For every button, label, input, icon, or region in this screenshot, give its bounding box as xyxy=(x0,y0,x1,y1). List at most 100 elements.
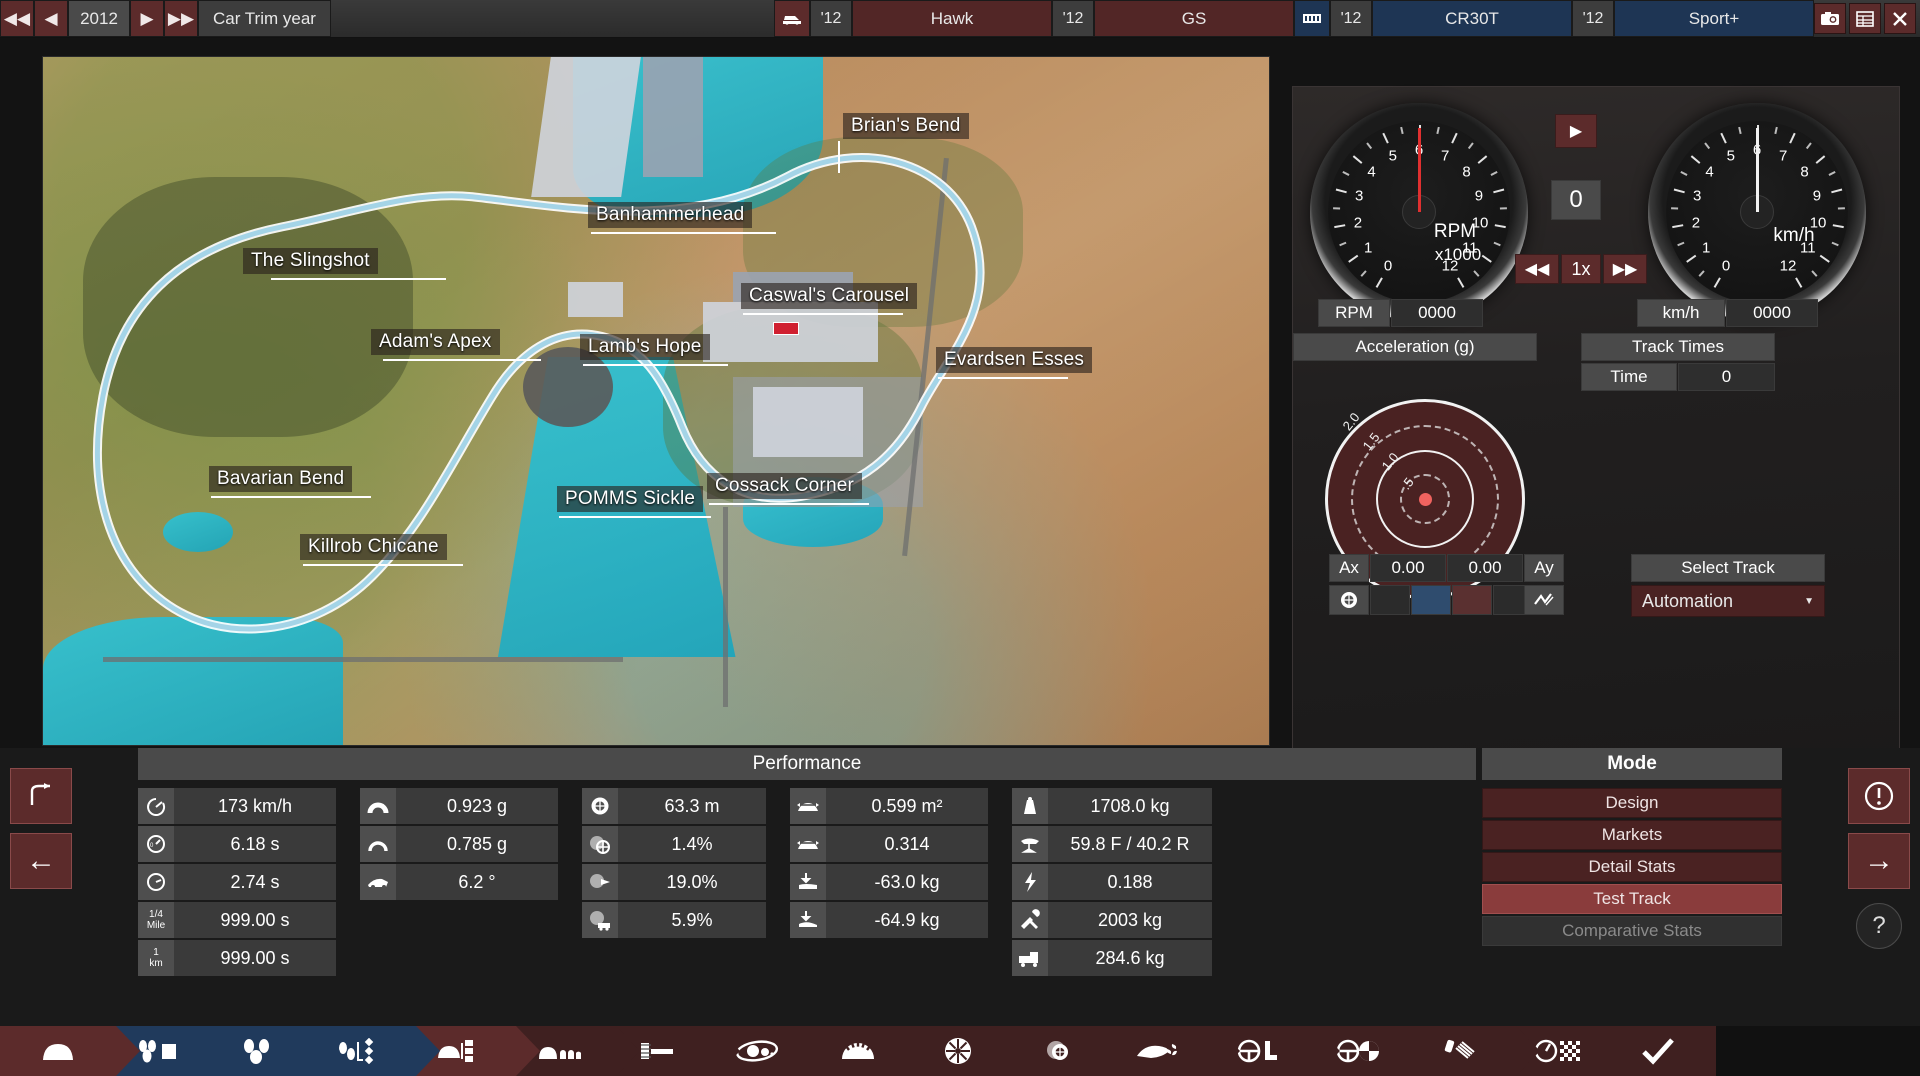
svg-text:0: 0 xyxy=(150,843,154,849)
performance-row: 284.6 kg xyxy=(1012,940,1212,976)
track-map[interactable]: Brian's BendBanhammerheadThe SlingshotCa… xyxy=(42,56,1270,746)
hawk-year-chip: '12 xyxy=(810,0,852,37)
steering-seat-icon xyxy=(1236,1039,1280,1063)
performance-row: 2003 kg xyxy=(1012,902,1212,938)
bottom-taskbar xyxy=(0,1026,1920,1076)
gauge-major-tick xyxy=(1789,133,1795,144)
corner-label: Banhammerhead xyxy=(588,202,752,228)
mode-button-comparative-stats: Comparative Stats xyxy=(1482,916,1782,946)
engine-year-chip: '12 xyxy=(1330,0,1372,37)
corner-label: The Slingshot xyxy=(243,248,378,274)
power-weight-icon xyxy=(1012,864,1048,900)
performance-row: 0.785 g xyxy=(360,826,558,862)
performance-value: 19.0% xyxy=(618,864,766,900)
performance-value: 0.314 xyxy=(826,826,988,862)
corner-label: Cossack Corner xyxy=(707,473,862,499)
car-trim-year-label: Car Trim year xyxy=(198,0,331,37)
car-icon xyxy=(774,0,810,37)
gauge-minor-tick xyxy=(1473,270,1479,277)
gauge-major-tick xyxy=(1353,155,1363,164)
fuel-book-icon xyxy=(135,1038,181,1064)
help-button[interactable]: ? xyxy=(1856,903,1902,949)
ax-value: 0.00 xyxy=(1370,554,1446,582)
gauge-minor-tick xyxy=(1490,171,1497,176)
gauge-tick-label: 0 xyxy=(1722,257,1730,274)
year-first-button[interactable]: ◀◀ xyxy=(0,0,34,37)
tachometer-face: 0123456789101112 RPM x1000 xyxy=(1328,121,1510,303)
forward-button[interactable]: → xyxy=(1848,833,1910,889)
track-outline xyxy=(43,57,1269,746)
table-icon[interactable] xyxy=(1849,3,1881,34)
year-last-button[interactable]: ▶▶ xyxy=(164,0,198,37)
gauge-minor-tick xyxy=(1333,207,1340,209)
year-prev-button[interactable]: ◀ xyxy=(34,0,68,37)
fuel-drops-icon xyxy=(238,1038,278,1064)
performance-value: 173 km/h xyxy=(174,788,336,824)
ay-value: 0.00 xyxy=(1447,554,1523,582)
downforce-r-icon xyxy=(790,902,826,938)
performance-value: 2.74 s xyxy=(174,864,336,900)
kmh-readout-value: 0000 xyxy=(1726,299,1818,327)
mode-button-markets[interactable]: Markets xyxy=(1482,820,1782,850)
select-track-button[interactable]: Select Track xyxy=(1631,554,1825,582)
play-button[interactable]: ▶ xyxy=(1555,114,1597,148)
year-value[interactable]: 2012 xyxy=(68,0,130,37)
tachometer-gauge: 0123456789101112 RPM x1000 xyxy=(1310,103,1528,321)
mode-button-test-track[interactable]: Test Track xyxy=(1482,884,1782,914)
speedometer-needle xyxy=(1756,128,1759,212)
gauge-major-tick xyxy=(1451,133,1457,144)
fuel-tree-icon xyxy=(335,1038,381,1064)
performance-row: 0.923 g xyxy=(360,788,558,824)
revert-button[interactable] xyxy=(10,768,72,824)
performance-column: 0.923 g0.785 g6.2 ° xyxy=(360,788,558,976)
gauge-tick-label: 4 xyxy=(1367,164,1375,181)
engine-block-icon xyxy=(735,1039,781,1063)
warning-button[interactable] xyxy=(1848,768,1910,824)
frontal-area-icon xyxy=(790,788,826,824)
speed-multiplier[interactable]: 1x xyxy=(1561,254,1601,284)
fast-forward-button[interactable]: ▶▶ xyxy=(1603,254,1647,284)
tire-trace-icon[interactable] xyxy=(1524,585,1564,615)
engine-variant-sportplus-tab[interactable]: Sport+ xyxy=(1614,0,1814,37)
rpm-readout-label: RPM xyxy=(1318,299,1390,327)
mode-button-design[interactable]: Design xyxy=(1482,788,1782,818)
performance-value: 999.00 s xyxy=(174,902,336,938)
performance-row: 1.4% xyxy=(582,826,766,862)
drag-coef-icon xyxy=(790,826,826,862)
gauge-major-tick xyxy=(1674,189,1685,194)
model-hawk-tab[interactable]: Hawk xyxy=(852,0,1052,37)
grip-front-icon xyxy=(360,788,396,824)
gauge-tick-label: 12 xyxy=(1780,257,1797,274)
mode-button-detail-stats[interactable]: Detail Stats xyxy=(1482,852,1782,882)
close-icon[interactable] xyxy=(1884,3,1916,34)
engine-cr30t-tab[interactable]: CR30T xyxy=(1372,0,1572,37)
brake-flag-icon xyxy=(582,864,618,900)
gauge-tick-label: 7 xyxy=(1441,147,1449,164)
brake-disc-icon[interactable] xyxy=(1329,585,1369,615)
corner-leader-line xyxy=(938,377,1068,379)
year-next-button[interactable]: ▶ xyxy=(130,0,164,37)
performance-columns: 173 km/h06.18 s2.74 s1/4Mile999.00 s1km9… xyxy=(138,788,1476,976)
gauge-tick-label: 5 xyxy=(1727,147,1735,164)
performance-value: 0.785 g xyxy=(396,826,558,862)
trim-gs-tab[interactable]: GS xyxy=(1094,0,1294,37)
camera-icon[interactable] xyxy=(1814,3,1846,34)
track-dropdown[interactable]: Automation ▼ xyxy=(1631,585,1825,617)
gauge-major-tick xyxy=(1457,277,1464,288)
gauge-major-tick xyxy=(1376,277,1383,288)
speedometer-face: 0123456789101112 km/h xyxy=(1666,121,1848,303)
corner-leader-line xyxy=(583,364,728,366)
one-km-icon: 1km xyxy=(138,940,174,976)
track-dropdown-value: Automation xyxy=(1642,591,1804,612)
performance-row: 1/4Mile999.00 s xyxy=(138,902,336,938)
back-button[interactable]: ← xyxy=(10,833,72,889)
tachometer-needle xyxy=(1418,128,1421,212)
gauge-tick-label: 3 xyxy=(1355,187,1363,204)
corner-leader-line xyxy=(559,516,711,518)
top-speed-icon xyxy=(138,788,174,824)
rewind-button[interactable]: ◀◀ xyxy=(1515,254,1559,284)
taskbar-tile-car-front[interactable] xyxy=(0,1026,116,1076)
steering-split-icon xyxy=(1335,1039,1381,1063)
tachometer-unit-line2: x1000 xyxy=(1328,245,1510,265)
performance-value: 2003 kg xyxy=(1048,902,1212,938)
